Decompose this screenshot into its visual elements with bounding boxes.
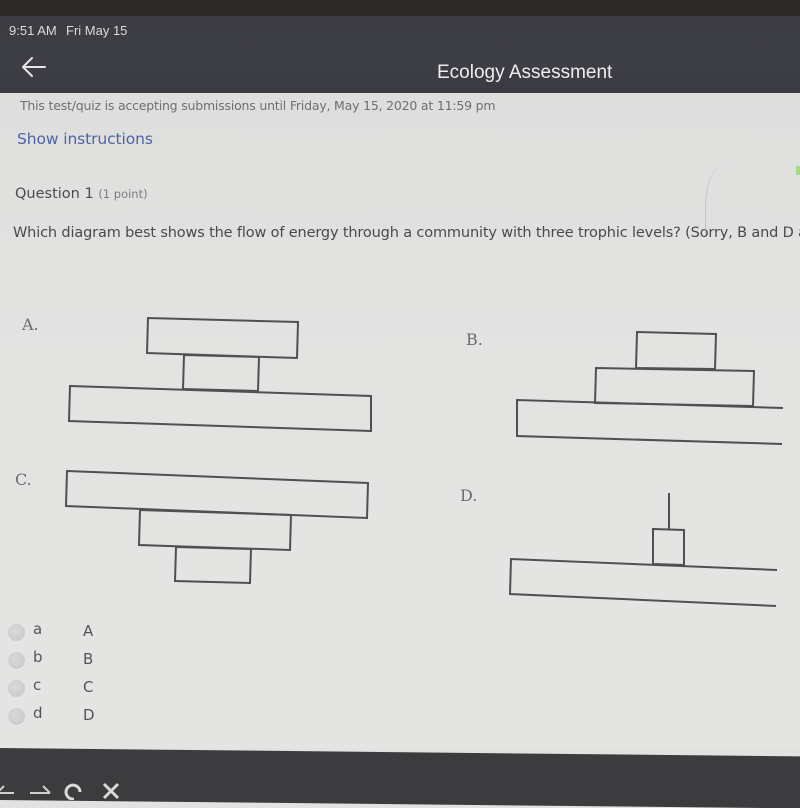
- reload-icon[interactable]: [62, 778, 86, 800]
- radio-button[interactable]: [8, 708, 25, 725]
- diagram-a-top-block: [145, 316, 300, 360]
- close-icon[interactable]: [100, 778, 124, 800]
- diagram-a-bottom-block: [67, 384, 372, 433]
- diagram-c-bottom-block: [173, 545, 253, 585]
- option-d[interactable]: d D: [8, 702, 128, 728]
- arrow-right-icon[interactable]: [28, 778, 54, 800]
- diagram-a: [67, 316, 372, 433]
- diagram-c: [64, 469, 370, 585]
- option-letter: c: [33, 676, 42, 694]
- diagram-b-top-block: [634, 330, 718, 371]
- option-text: B: [83, 650, 94, 668]
- option-letter: a: [33, 620, 43, 638]
- diagram-c-top-block: [64, 469, 370, 520]
- option-letter: b: [33, 648, 43, 666]
- diagram-b: [516, 330, 784, 445]
- option-letter: d: [33, 704, 43, 722]
- diagram-b-bottom-block: [516, 398, 784, 445]
- option-text: D: [83, 706, 95, 724]
- diagram-d-middle-block: [652, 527, 685, 567]
- option-text: C: [83, 678, 94, 696]
- radio-button[interactable]: [8, 652, 25, 669]
- arrow-left-icon[interactable]: [0, 778, 18, 800]
- option-b[interactable]: b B: [8, 646, 128, 672]
- diagram-d: [508, 493, 778, 607]
- diagram-b-middle-block: [593, 366, 756, 408]
- radio-button[interactable]: [8, 624, 25, 641]
- diagram-d-bottom-block: [508, 557, 778, 607]
- option-text: A: [83, 622, 94, 640]
- option-c[interactable]: c C: [8, 674, 128, 700]
- diagram-c-middle-block: [137, 508, 293, 552]
- diagram-a-middle-block: [181, 353, 261, 393]
- option-a[interactable]: a A: [8, 618, 128, 644]
- radio-button[interactable]: [8, 680, 25, 697]
